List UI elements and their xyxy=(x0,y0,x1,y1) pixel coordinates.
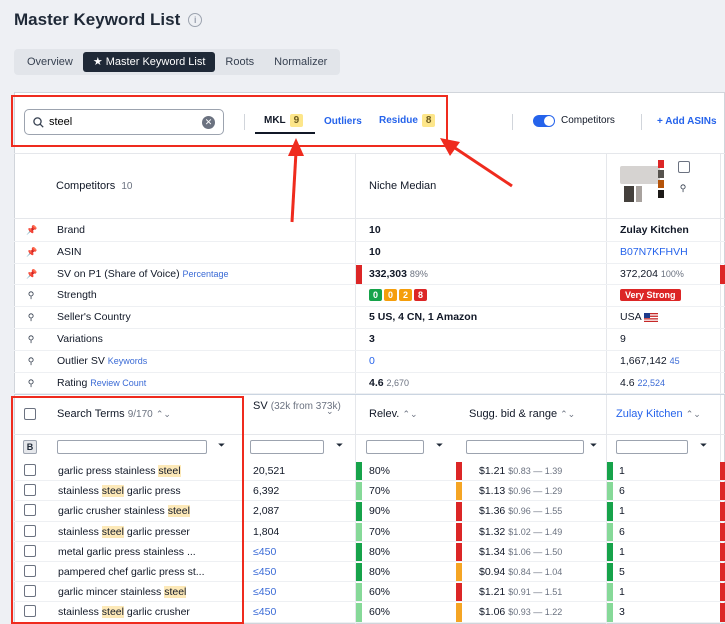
annotation-arrows xyxy=(288,138,513,223)
